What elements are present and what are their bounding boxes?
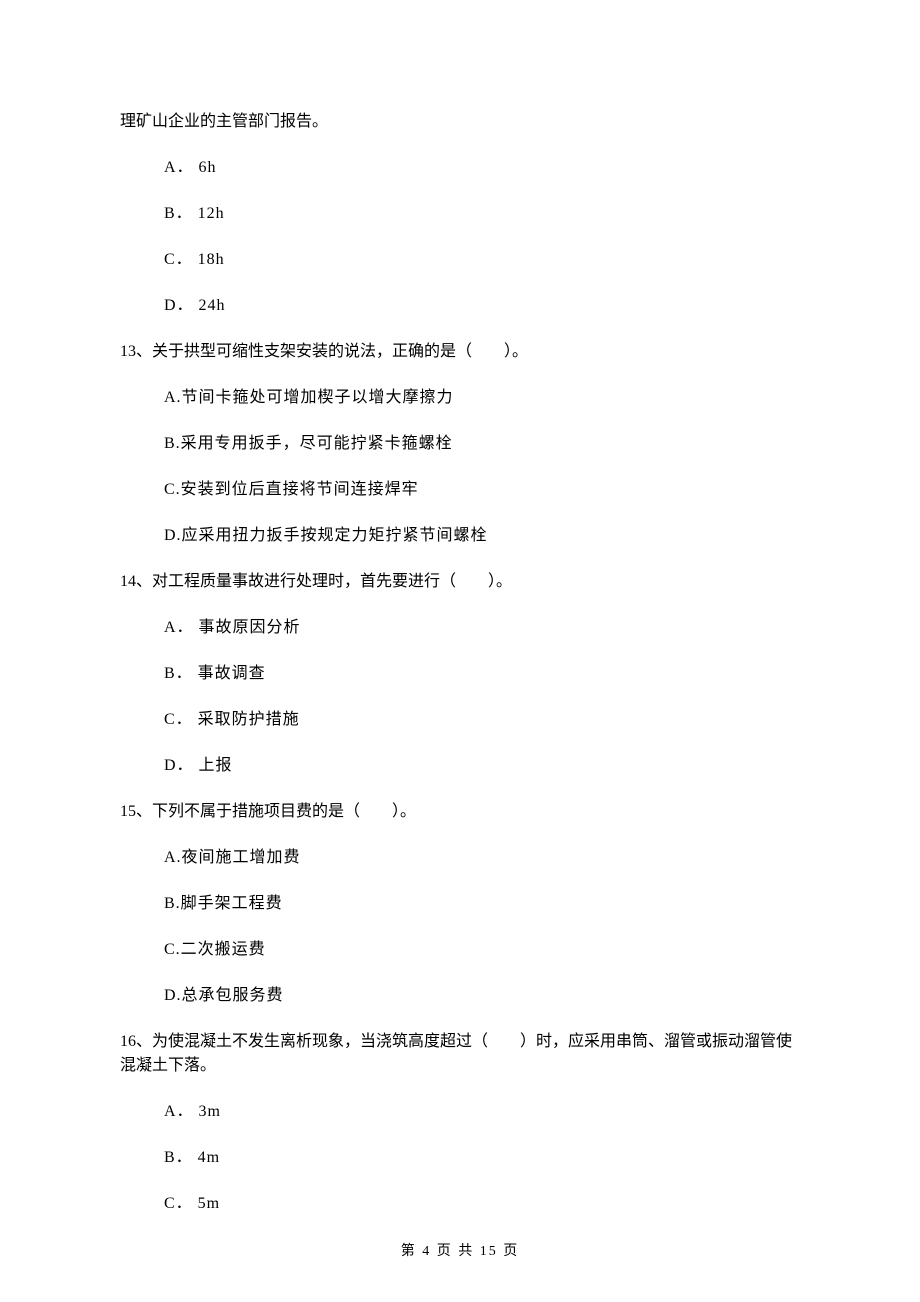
question-14-options: A． 事故原因分析 B． 事故调查 C． 采取防护措施 D． 上报 [120, 616, 800, 778]
option-12-c: C． 18h [164, 248, 800, 272]
option-12-b: B． 12h [164, 202, 800, 226]
option-15-c: C.二次搬运费 [164, 938, 800, 962]
option-13-d: D.应采用扭力扳手按规定力矩拧紧节间螺栓 [164, 524, 800, 548]
question-13-options: A.节间卡箍处可增加楔子以增大摩擦力 B.采用专用扳手，尽可能拧紧卡箍螺栓 C.… [120, 386, 800, 548]
option-15-b: B.脚手架工程费 [164, 892, 800, 916]
option-14-b: B． 事故调查 [164, 662, 800, 686]
option-13-c: C.安装到位后直接将节间连接焊牢 [164, 478, 800, 502]
question-15-stem: 15、下列不属于措施项目费的是（ ）。 [120, 800, 800, 824]
option-15-d: D.总承包服务费 [164, 984, 800, 1008]
question-14-stem: 14、对工程质量事故进行处理时，首先要进行（ ）。 [120, 570, 800, 594]
question-13-stem: 13、关于拱型可缩性支架安装的说法，正确的是（ ）。 [120, 340, 800, 364]
option-13-b: B.采用专用扳手，尽可能拧紧卡箍螺栓 [164, 432, 800, 456]
question-15-options: A.夜间施工增加费 B.脚手架工程费 C.二次搬运费 D.总承包服务费 [120, 846, 800, 1008]
option-16-c: C． 5m [164, 1192, 800, 1216]
question-16-stem: 16、为使混凝土不发生离析现象，当浇筑高度超过（ ）时，应采用串筒、溜管或振动溜… [120, 1030, 800, 1078]
option-14-d: D． 上报 [164, 754, 800, 778]
question-12-continuation: 理矿山企业的主管部门报告。 [120, 110, 800, 134]
page-content: 理矿山企业的主管部门报告。 A． 6h B． 12h C． 18h D． 24h… [0, 0, 920, 1298]
option-16-a: A． 3m [164, 1100, 800, 1124]
option-15-a: A.夜间施工增加费 [164, 846, 800, 870]
option-16-b: B． 4m [164, 1146, 800, 1170]
option-14-c: C． 采取防护措施 [164, 708, 800, 732]
question-16-options: A． 3m B． 4m C． 5m [120, 1100, 800, 1216]
option-12-a: A． 6h [164, 156, 800, 180]
option-13-a: A.节间卡箍处可增加楔子以增大摩擦力 [164, 386, 800, 410]
page-footer: 第 4 页 共 15 页 [0, 1240, 920, 1260]
option-14-a: A． 事故原因分析 [164, 616, 800, 640]
option-12-d: D． 24h [164, 294, 800, 318]
question-12-options: A． 6h B． 12h C． 18h D． 24h [120, 156, 800, 318]
